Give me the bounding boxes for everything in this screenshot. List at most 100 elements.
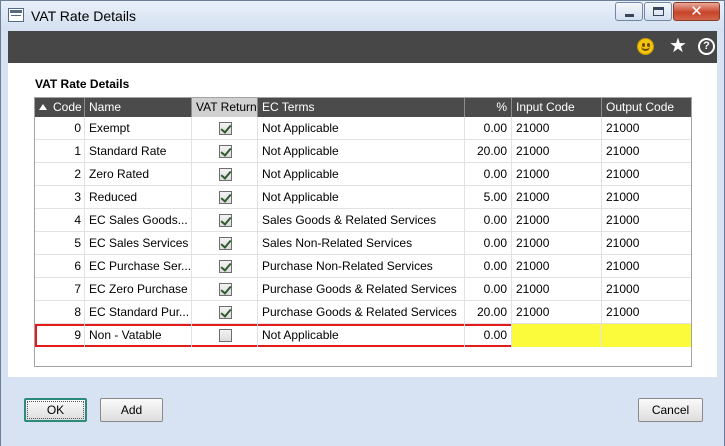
column-header-vat-return[interactable]: VAT Return — [192, 98, 258, 117]
name-cell[interactable]: EC Zero Purchase — [85, 278, 192, 301]
maximize-button[interactable] — [644, 2, 672, 21]
add-button[interactable]: Add — [100, 398, 163, 422]
vat-return-checkbox[interactable] — [219, 191, 232, 204]
percent-cell[interactable]: 20.00 — [465, 301, 512, 324]
percent-cell[interactable]: 0.00 — [465, 278, 512, 301]
vat-return-cell[interactable] — [192, 232, 258, 255]
vat-return-cell[interactable] — [192, 255, 258, 278]
input-code-cell[interactable]: 21000 — [512, 255, 602, 278]
ec-terms-cell[interactable]: Not Applicable — [258, 324, 465, 347]
code-cell[interactable]: 4 — [35, 209, 85, 232]
ok-button[interactable]: OK — [24, 398, 87, 422]
input-code-cell[interactable]: 21000 — [512, 232, 602, 255]
output-code-cell[interactable]: 21000 — [602, 232, 691, 255]
percent-cell[interactable]: 0.00 — [465, 232, 512, 255]
vat-return-cell[interactable] — [192, 186, 258, 209]
column-header-input-code[interactable]: Input Code — [512, 98, 602, 117]
percent-cell[interactable]: 0.00 — [465, 209, 512, 232]
minimize-button[interactable] — [615, 2, 643, 21]
close-button[interactable]: ✕ — [673, 2, 720, 21]
output-code-cell[interactable] — [602, 324, 691, 347]
help-icon[interactable]: ? — [698, 38, 715, 55]
code-cell[interactable]: 7 — [35, 278, 85, 301]
vat-return-cell[interactable] — [192, 209, 258, 232]
output-code-cell[interactable]: 21000 — [602, 278, 691, 301]
table-row[interactable]: 3 Reduced Not Applicable 5.00 21000 21000 — [35, 186, 691, 209]
table-row[interactable]: 0 Exempt Not Applicable 0.00 21000 21000 — [35, 117, 691, 140]
table-row[interactable]: 7 EC Zero Purchase Purchase Goods & Relate… — [35, 278, 691, 301]
vat-return-checkbox[interactable] — [219, 145, 232, 158]
vat-return-cell[interactable] — [192, 301, 258, 324]
input-code-cell[interactable]: 21000 — [512, 301, 602, 324]
percent-cell[interactable]: 0.00 — [465, 117, 512, 140]
code-cell[interactable]: 8 — [35, 301, 85, 324]
column-header-percent[interactable]: % — [465, 98, 512, 117]
input-code-cell[interactable]: 21000 — [512, 278, 602, 301]
code-cell[interactable]: 6 — [35, 255, 85, 278]
title-bar[interactable]: VAT Rate Details ✕ — [1, 1, 724, 31]
vat-return-cell[interactable] — [192, 117, 258, 140]
input-code-cell[interactable]: 21000 — [512, 117, 602, 140]
output-code-cell[interactable]: 21000 — [602, 163, 691, 186]
table-row[interactable]: 8 EC Standard Pur... Purchase Goods & Rela… — [35, 301, 691, 324]
output-code-cell[interactable]: 21000 — [602, 140, 691, 163]
column-header-code[interactable]: Code — [35, 98, 85, 117]
vat-return-cell[interactable] — [192, 163, 258, 186]
input-code-cell[interactable]: 21000 — [512, 140, 602, 163]
output-code-cell[interactable]: 21000 — [602, 301, 691, 324]
name-cell[interactable]: Non - Vatable — [85, 324, 192, 347]
percent-cell[interactable]: 5.00 — [465, 186, 512, 209]
vat-return-cell[interactable] — [192, 278, 258, 301]
vat-return-checkbox[interactable] — [219, 168, 232, 181]
input-code-cell[interactable] — [512, 324, 602, 347]
vat-return-checkbox[interactable] — [219, 214, 232, 227]
name-cell[interactable]: EC Purchase Ser... — [85, 255, 192, 278]
code-cell[interactable]: 0 — [35, 117, 85, 140]
vat-return-checkbox[interactable] — [219, 260, 232, 273]
output-code-cell[interactable]: 21000 — [602, 255, 691, 278]
smiley-icon[interactable] — [637, 38, 654, 55]
name-cell[interactable]: Exempt — [85, 117, 192, 140]
ec-terms-cell[interactable]: Not Applicable — [258, 140, 465, 163]
table-row[interactable]: 6 EC Purchase Ser... Purchase Non-Related … — [35, 255, 691, 278]
code-cell[interactable]: 9 — [35, 324, 85, 347]
code-cell[interactable]: 5 — [35, 232, 85, 255]
name-cell[interactable]: EC Sales Goods... — [85, 209, 192, 232]
ec-terms-cell[interactable]: Purchase Goods & Related Services — [258, 278, 465, 301]
ec-terms-cell[interactable]: Purchase Goods & Related Services — [258, 301, 465, 324]
percent-cell[interactable]: 0.00 — [465, 255, 512, 278]
input-code-cell[interactable]: 21000 — [512, 186, 602, 209]
code-cell[interactable]: 3 — [35, 186, 85, 209]
vat-return-checkbox[interactable] — [219, 283, 232, 296]
output-code-cell[interactable]: 21000 — [602, 209, 691, 232]
table-row[interactable]: 1 Standard Rate Not Applicable 20.00 21000 21… — [35, 140, 691, 163]
column-header-ec-terms[interactable]: EC Terms — [258, 98, 465, 117]
name-cell[interactable]: EC Sales Services — [85, 232, 192, 255]
code-cell[interactable]: 2 — [35, 163, 85, 186]
table-row[interactable]: 2 Zero Rated Not Applicable 0.00 21000 21000 — [35, 163, 691, 186]
percent-cell[interactable]: 0.00 — [465, 163, 512, 186]
name-cell[interactable]: Reduced — [85, 186, 192, 209]
vat-return-checkbox[interactable] — [219, 122, 232, 135]
ec-terms-cell[interactable]: Not Applicable — [258, 117, 465, 140]
vat-return-checkbox[interactable] — [219, 237, 232, 250]
percent-cell[interactable]: 0.00 — [465, 324, 512, 347]
ec-terms-cell[interactable]: Not Applicable — [258, 186, 465, 209]
input-code-cell[interactable]: 21000 — [512, 209, 602, 232]
table-row[interactable]: 9 Non - Vatable Not Applicable 0.00 — [35, 324, 691, 347]
column-header-output-code[interactable]: Output Code — [602, 98, 691, 117]
name-cell[interactable]: Zero Rated — [85, 163, 192, 186]
output-code-cell[interactable]: 21000 — [602, 186, 691, 209]
output-code-cell[interactable]: 21000 — [602, 117, 691, 140]
vat-return-checkbox[interactable] — [219, 329, 232, 342]
input-code-cell[interactable]: 21000 — [512, 163, 602, 186]
star-icon[interactable]: ★ — [669, 34, 687, 56]
vat-return-cell[interactable] — [192, 324, 258, 347]
table-row[interactable]: 5 EC Sales Services Sales Non-Related Serv… — [35, 232, 691, 255]
code-cell[interactable]: 1 — [35, 140, 85, 163]
ec-terms-cell[interactable]: Sales Goods & Related Services — [258, 209, 465, 232]
percent-cell[interactable]: 20.00 — [465, 140, 512, 163]
vat-return-checkbox[interactable] — [219, 306, 232, 319]
column-header-name[interactable]: Name — [85, 98, 192, 117]
table-row[interactable]: 4 EC Sales Goods... Sales Goods & Related … — [35, 209, 691, 232]
